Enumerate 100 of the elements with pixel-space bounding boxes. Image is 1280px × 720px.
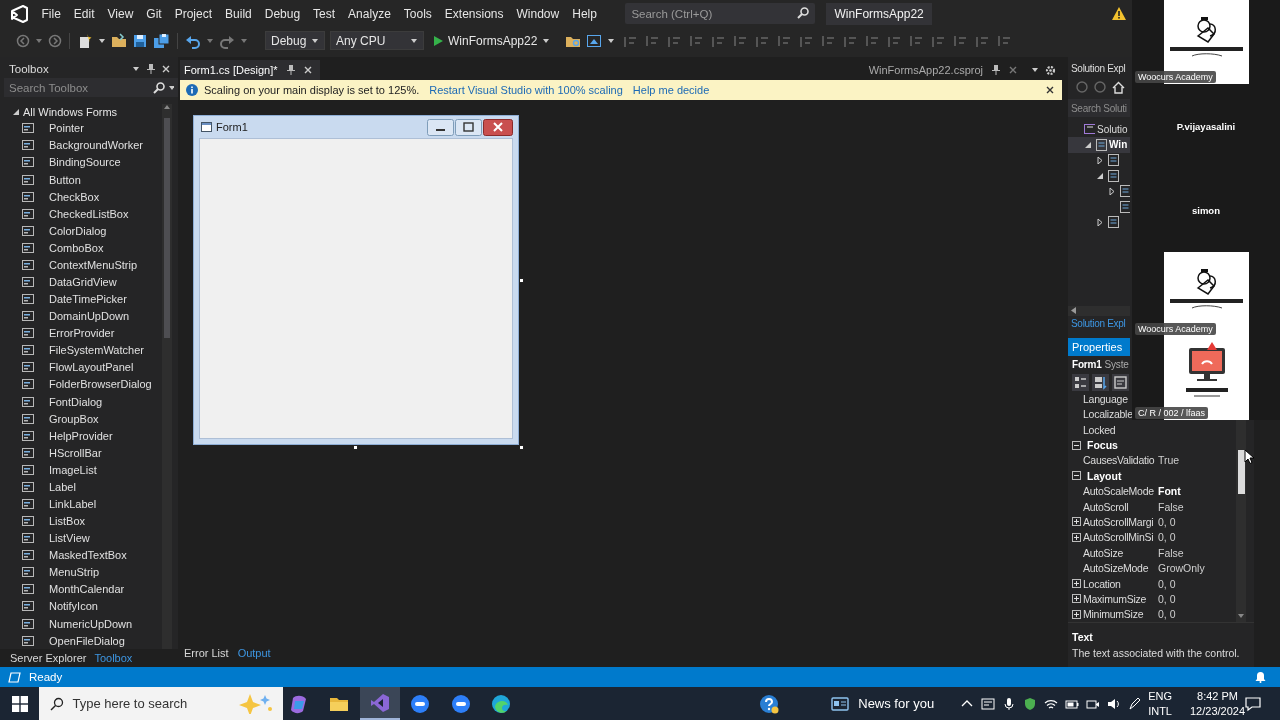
expanded-icon[interactable]	[12, 107, 20, 116]
configuration-dropdown[interactable]: Debug	[265, 31, 325, 50]
property-value[interactable]: 0, 0	[1158, 531, 1176, 544]
toolbox-item[interactable]: Pointer	[49, 122, 84, 135]
property-name[interactable]: Language	[1083, 392, 1128, 405]
toolbox-item[interactable]: DomainUpDown	[49, 310, 130, 323]
toolbox-item[interactable]: NumericUpDown	[49, 617, 133, 630]
toolbox-item[interactable]: ImageList	[49, 463, 97, 476]
caret-icon[interactable]	[1071, 307, 1076, 315]
property-name[interactable]: MinimumSize	[1083, 608, 1158, 621]
property-value[interactable]: False	[1158, 500, 1184, 513]
close-icon[interactable]	[1046, 86, 1054, 94]
expanded-icon[interactable]	[1096, 171, 1104, 180]
alphabetical-icon[interactable]	[1092, 373, 1109, 391]
group-label[interactable]: All Windows Forms	[23, 105, 118, 118]
caret-icon[interactable]	[98, 36, 106, 45]
resize-handle[interactable]	[353, 445, 358, 450]
tree-row[interactable]: Solutio	[1068, 121, 1130, 138]
window-icon[interactable]	[586, 32, 603, 49]
settings-icon[interactable]	[1045, 64, 1056, 76]
back-icon[interactable]	[1076, 81, 1088, 94]
home-icon[interactable]	[1112, 80, 1125, 94]
toolbox-item[interactable]: ContextMenuStrip	[49, 258, 138, 271]
property-name[interactable]: Locked	[1083, 423, 1116, 436]
back-icon[interactable]	[16, 33, 30, 48]
search-field[interactable]: Search Toolbox	[4, 78, 178, 97]
property-value[interactable]: 0, 0	[1158, 577, 1176, 590]
toolbox-item[interactable]: NotifyIcon	[49, 600, 98, 613]
info-link[interactable]: Help me decide	[632, 84, 710, 96]
toolbox-item[interactable]: FolderBrowserDialog	[49, 378, 152, 391]
help-icon[interactable]	[759, 693, 780, 714]
resize-handle[interactable]	[519, 278, 524, 283]
microphone-icon[interactable]	[1002, 696, 1017, 711]
toolbox-item[interactable]: ColorDialog	[49, 224, 107, 237]
toolbox-item[interactable]: ListView	[49, 532, 90, 545]
property-value[interactable]: Font	[1158, 485, 1181, 498]
tree-row[interactable]: Win	[1068, 137, 1130, 153]
toolbox-item[interactable]: FlowLayoutPanel	[49, 361, 134, 374]
panel-tab[interactable]: Error List	[184, 647, 229, 659]
info-link[interactable]: Restart Visual Studio with 100% scaling	[429, 84, 623, 96]
toolbox-item[interactable]: HScrollBar	[49, 446, 102, 459]
resize-handle[interactable]	[519, 445, 524, 450]
property-name[interactable]: MaximumSize	[1083, 592, 1158, 605]
caret-icon[interactable]	[311, 36, 319, 45]
menu-item[interactable]: Debug	[258, 6, 307, 21]
toolbox-item[interactable]: DataGridView	[49, 276, 117, 288]
news-button[interactable]: News for you	[831, 696, 935, 711]
pin-icon[interactable]	[286, 65, 295, 75]
property-value[interactable]: 0, 0	[1158, 515, 1176, 528]
caret-icon[interactable]	[1031, 66, 1039, 74]
expand-icon[interactable]	[1072, 609, 1081, 619]
message-icon[interactable]	[981, 696, 996, 711]
property-name[interactable]: AutoSizeMode	[1083, 562, 1158, 575]
expand-icon[interactable]	[1072, 532, 1081, 542]
clock[interactable]: 8:42 PM 12/23/2024	[1189, 688, 1246, 719]
collapsed-icon[interactable]	[1096, 156, 1104, 165]
toolbox-item[interactable]: OpenFileDialog	[49, 634, 125, 647]
property-name[interactable]: CausesValidatio	[1083, 454, 1158, 467]
toolbox-item[interactable]: FontDialog	[49, 395, 103, 408]
collapsed-icon[interactable]	[1108, 187, 1116, 196]
property-name[interactable]: Location	[1083, 577, 1158, 590]
collapsed-icon[interactable]	[1096, 218, 1104, 227]
minimize-icon[interactable]	[427, 118, 454, 136]
search-field[interactable]: Search Soluti	[1068, 99, 1130, 117]
expand-icon[interactable]	[1072, 579, 1081, 589]
pin-icon[interactable]	[147, 64, 155, 74]
property-value[interactable]: 0, 0	[1158, 608, 1176, 621]
properties-icon[interactable]	[1112, 373, 1129, 391]
toolbox-item[interactable]: FileSystemWatcher	[49, 344, 144, 357]
collapse-icon[interactable]	[1072, 471, 1081, 481]
shield-icon[interactable]	[1023, 696, 1038, 711]
windows-icon[interactable]	[11, 695, 28, 712]
property-name[interactable]: AutoScrollMinSi	[1083, 531, 1158, 544]
menu-item[interactable]: Extensions	[438, 6, 511, 21]
toolbox-item[interactable]: ComboBox	[49, 241, 104, 254]
panel-tab[interactable]: Solution Expl	[1068, 318, 1130, 334]
search-field[interactable]: Search (Ctrl+Q)	[625, 3, 816, 24]
caret-icon[interactable]	[607, 36, 616, 45]
caret-icon[interactable]	[168, 84, 174, 92]
scroll-thumb[interactable]	[1237, 450, 1245, 495]
menu-item[interactable]: Project	[168, 6, 219, 21]
collapse-icon[interactable]	[1072, 440, 1081, 450]
forward-icon[interactable]	[1094, 81, 1106, 94]
menu-item[interactable]: Edit	[67, 6, 102, 21]
toolbox-item[interactable]: MonthCalendar	[49, 583, 125, 596]
platform-dropdown[interactable]: Any CPU	[330, 31, 424, 50]
expanded-icon[interactable]	[1084, 140, 1092, 149]
language-indicator[interactable]: ENG INTL	[1148, 688, 1172, 719]
close-icon[interactable]	[483, 118, 513, 136]
caret-icon[interactable]	[132, 65, 140, 73]
toolbox-item[interactable]: CheckBox	[49, 190, 100, 203]
menu-item[interactable]: Analyze	[341, 6, 398, 21]
property-name[interactable]: AutoSize	[1083, 546, 1158, 559]
search-field[interactable]: Type here to search	[39, 687, 283, 720]
property-name[interactable]: AutoScroll	[1083, 500, 1158, 513]
property-name[interactable]: Localizable	[1083, 408, 1133, 421]
menu-item[interactable]: Tools	[397, 6, 439, 21]
property-value[interactable]: True	[1158, 454, 1180, 467]
menu-item[interactable]: View	[101, 6, 140, 21]
menu-item[interactable]: Build	[218, 6, 259, 21]
